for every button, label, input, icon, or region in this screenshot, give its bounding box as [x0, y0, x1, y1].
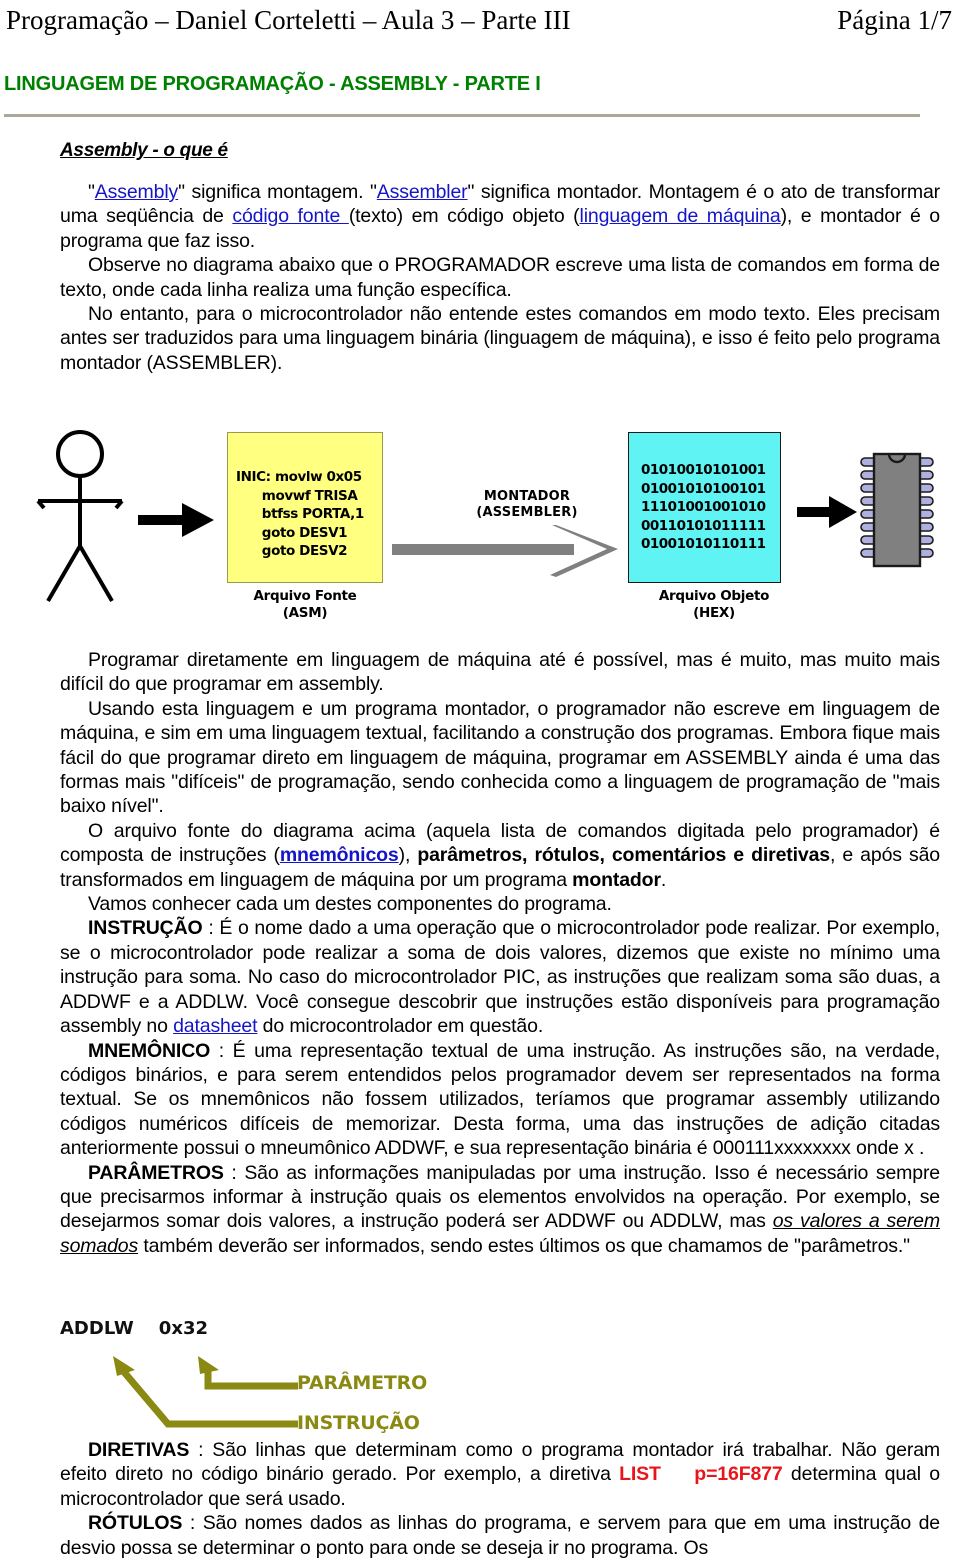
label-parametro: PARÂMETRO — [297, 1372, 428, 1394]
arrow-right-black-1 — [138, 503, 214, 537]
paragraph-usando-esta-linguagem: Usando esta linguagem e um programa mont… — [60, 697, 940, 818]
page-header: Programação – Daniel Corteletti – Aula 3… — [0, 0, 960, 44]
paragraph-definition: "Assembly" significa montagem. "Assemble… — [0, 180, 960, 253]
text-fragment: : São nomes dados as linhas do programa,… — [60, 1512, 940, 1559]
document-body: Assembly - o que é "Assembly" significa … — [0, 140, 960, 375]
hex-object-box: 01010010101001 01001010100101 1110100100… — [628, 432, 781, 583]
paragraph-parametros: PARÂMETROS : São as informações manipula… — [0, 1161, 960, 1259]
document-body-end: DIRETIVAS : São linhas que determinam co… — [0, 1438, 960, 1560]
header-page-number: Página 1/7 — [837, 5, 952, 35]
annotation-arrows-olive — [113, 1356, 298, 1428]
text-fragment: " — [88, 181, 95, 203]
link-assembler[interactable]: Assembler — [377, 181, 468, 203]
document-body-continued: Programar diretamente em linguagem de má… — [0, 648, 960, 1258]
term-rotulos: RÓTULOS — [88, 1512, 183, 1535]
document-title: LINGUAGEM DE PROGRAMAÇÃO - ASSEMBLY - PA… — [4, 73, 541, 95]
term-mnemonico: MNEMÔNICO — [88, 1039, 211, 1062]
link-linguagem-de-maquina[interactable]: linguagem de máquina — [580, 205, 781, 227]
hex-box-caption: Arquivo Objeto (HEX) — [658, 588, 770, 621]
paragraph-programar-diretamente: Programar diretamente em linguagem de má… — [60, 649, 940, 696]
asm-source-box: INIC: movlw 0x05 movwf TRISA btfss PORTA… — [227, 432, 383, 583]
header-divider — [4, 114, 920, 118]
paragraph-diretivas: DIRETIVAS : São linhas que determinam co… — [0, 1438, 960, 1511]
hex-binary-code: 01010010101001 01001010100101 1110100100… — [641, 462, 766, 552]
text-fragment: ), — [398, 844, 418, 867]
paragraph-arquivo-fonte: O arquivo fonte do diagrama acima (aquel… — [0, 819, 960, 892]
paragraph-no-entanto: No entanto, para o microcontrolador não … — [60, 303, 940, 374]
arrow-right-gray-montador — [392, 525, 618, 577]
asm-box-caption: Arquivo Fonte (ASM) — [253, 588, 357, 621]
text-fragment: " significa montagem. " — [178, 181, 377, 203]
bold-montador: montador — [572, 868, 661, 891]
section-heading: Assembly - o que é — [60, 140, 228, 161]
montador-label: MONTADOR (ASSEMBLER) — [476, 489, 578, 520]
link-mnemonicos[interactable]: mnemônicos — [280, 844, 399, 866]
link-assembly[interactable]: Assembly — [95, 181, 178, 203]
arrow-right-black-2 — [797, 496, 857, 528]
bold-componentes: parâmetros, rótulos, comentários e diret… — [417, 844, 830, 867]
link-datasheet[interactable]: datasheet — [173, 1015, 257, 1037]
asm-source-code: INIC: movlw 0x05 movwf TRISA btfss PORTA… — [236, 469, 364, 559]
link-codigo-fonte[interactable]: código fonte — [232, 205, 348, 227]
paragraph-observe-diagrama: Observe no diagrama abaixo que o PROGRAM… — [60, 254, 940, 301]
addlw-annotation-diagram: ADDLW 0x32 PARÂMETRO INSTRUÇÃO — [0, 1318, 520, 1436]
term-instrucao: INSTRUÇÃO — [88, 917, 203, 940]
microcontroller-chip-icon — [860, 452, 934, 568]
header-left-text: Programação – Daniel Corteletti – Aula 3… — [6, 5, 571, 35]
text-fragment: também deverão ser informados, sendo est… — [138, 1234, 910, 1257]
term-parametros: PARÂMETROS — [88, 1161, 224, 1184]
text-fragment: (texto) em código objeto ( — [348, 205, 580, 228]
paragraph-mnemonico: MNEMÔNICO : É uma representação textual … — [0, 1039, 960, 1161]
text-fragment: . — [660, 868, 667, 891]
label-instrucao: INSTRUÇÃO — [297, 1412, 420, 1434]
directive-example-list: LIST p=16F877 — [619, 1463, 783, 1486]
text-fragment: do microcontrolador em questão. — [257, 1015, 544, 1038]
paragraph-vamos-conhecer: Vamos conhecer cada um destes componente… — [88, 893, 612, 916]
addlw-instruction-text: ADDLW 0x32 — [60, 1318, 208, 1339]
term-diretivas: DIRETIVAS — [88, 1439, 190, 1461]
paragraph-rotulos: RÓTULOS : São nomes dados as linhas do p… — [0, 1511, 960, 1560]
programmer-stick-figure — [36, 430, 124, 603]
paragraph-instrucao: INSTRUÇÃO : É o nome dado a uma operação… — [0, 916, 960, 1038]
